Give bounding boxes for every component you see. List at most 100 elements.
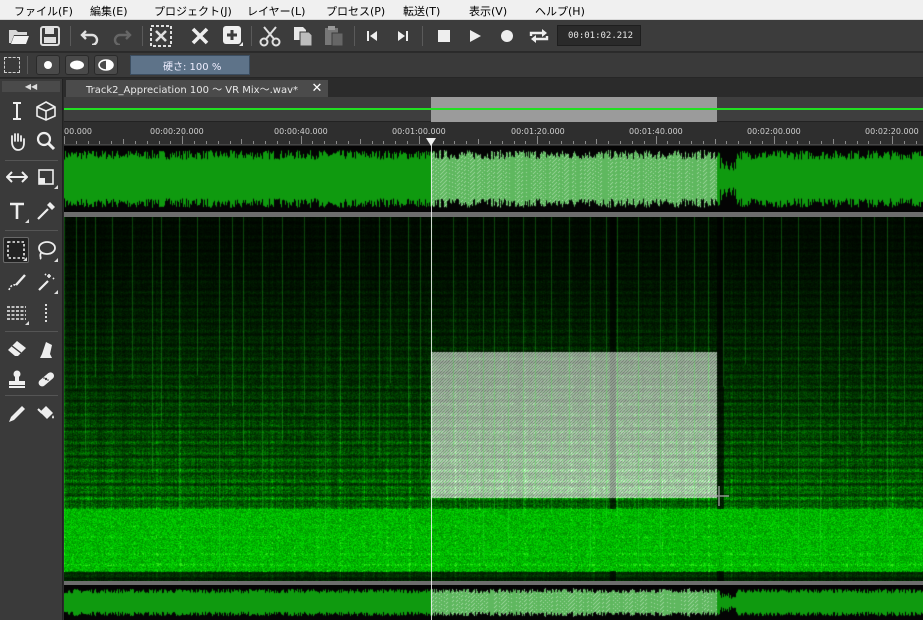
ruler-tick [123,139,125,144]
ruler-tick [229,141,231,144]
cut-button[interactable] [258,24,282,48]
selection-mode-icon[interactable] [4,57,20,73]
ruler-tick [99,141,101,144]
save-button[interactable] [38,24,62,48]
menu-layer[interactable]: レイヤー(L) [247,3,305,19]
overview-bar[interactable] [64,97,923,122]
time-stretch-tool[interactable] [4,164,30,190]
go-to-start-button[interactable] [360,24,384,48]
ruler-tick [205,141,207,144]
ruler-tick [608,141,610,144]
waveform-view-left-channel[interactable] [64,146,923,212]
brush-select-tool[interactable] [4,269,30,295]
lasso-tool[interactable] [33,237,59,263]
waveform-view-right-channel[interactable] [64,585,923,620]
ruler-label: 00:01:00.000 [392,127,446,136]
ruler-label: 00:01:20.000 [511,127,565,136]
loop-button[interactable] [527,24,551,48]
stamp-icon [9,370,25,388]
zoom-tool[interactable] [33,128,59,154]
add-layer-button[interactable] [221,24,245,48]
ruler-tick [679,141,681,144]
attenuate-brush-tool[interactable] [33,336,59,362]
pen-tool[interactable] [4,401,30,427]
paste-button[interactable] [322,24,346,48]
ruler-tick [489,141,491,144]
undo-button[interactable] [78,24,102,48]
play-button[interactable] [463,24,487,48]
tab-bar: Track2_Appreciation 100 〜 VR Mix〜.wav* ✕ [64,79,923,97]
spectrogram-view[interactable] [64,217,923,581]
ellipse-icon [70,60,84,70]
ruler-tick [797,141,799,144]
ruler-tick [773,136,775,144]
ruler-tick [525,141,527,144]
menu-edit[interactable]: 編集(E) [90,3,128,19]
magic-wand-tool[interactable] [33,269,59,295]
frame-tool[interactable] [33,164,59,190]
ruler-label: 00:00:20.000 [150,127,204,136]
menu-view[interactable]: 表示(V) [469,3,507,19]
menu-process[interactable]: プロセス(P) [326,3,385,19]
eraser-tool[interactable] [4,336,30,362]
brush-shape-round-button[interactable] [36,55,60,75]
select-all-button[interactable] [149,24,173,48]
ruler-tick [253,141,255,144]
pick-color-tool[interactable] [33,401,59,427]
ruler-tick [832,139,834,144]
text-t-icon [10,202,24,219]
harmonic-select-tool[interactable] [4,300,30,326]
hand-icon [11,133,25,151]
brush-shape-half-button[interactable] [94,55,118,75]
ruler-tick [75,141,77,144]
brush-shape-ellipse-button[interactable] [65,55,89,75]
ruler-tick [312,141,314,144]
collapse-palette-button[interactable]: ◀◀ [2,81,60,92]
menu-transfer[interactable]: 転送(T) [403,3,440,19]
ruler-tick [383,141,385,144]
hardness-slider[interactable]: 硬さ: 100 % [130,55,250,75]
time-range-tool[interactable] [33,300,59,326]
close-icon[interactable]: ✕ [308,80,326,97]
ruler-tick [643,141,645,144]
copy-button[interactable] [291,24,315,48]
bandage-icon [38,372,55,387]
time-ruler[interactable]: 00.000 00:00:20.000 00:00:40.000 00:01:0… [64,122,923,145]
undo-icon [80,30,99,45]
ruler-tick [631,141,633,144]
ruler-tick [880,141,882,144]
ruler-tick [265,141,267,144]
ruler-tick [418,136,420,144]
go-to-end-button[interactable] [391,24,415,48]
hand-tool[interactable] [4,128,30,154]
paint-bucket-icon [37,406,54,419]
repair-tool[interactable] [33,366,59,392]
menu-bar: ファイル(F) 編集(E) プロジェクト(J) レイヤー(L) プロセス(P) … [0,0,923,20]
text-tool[interactable] [4,198,30,224]
stop-button[interactable] [432,24,456,48]
3d-view-tool[interactable] [33,98,59,124]
eyedropper-tool[interactable] [33,198,59,224]
redo-button[interactable] [110,24,134,48]
ruler-tick [549,141,551,144]
time-select-tool[interactable] [4,98,30,124]
time-display[interactable]: 00:01:02.212 [557,25,641,46]
clone-stamp-tool[interactable] [4,366,30,392]
menu-file[interactable]: ファイル(F) [14,3,73,19]
record-button[interactable] [495,24,519,48]
delete-button[interactable] [188,24,212,48]
ruler-tick [64,136,65,144]
rectangle-select-tool[interactable] [3,237,29,263]
copy-icon [294,27,313,47]
ruler-tick [714,139,716,144]
open-button[interactable] [7,24,31,48]
menu-project[interactable]: プロジェクト(J) [154,3,232,19]
cube-icon [36,101,56,121]
crosshair-cursor-icon [709,486,729,506]
menu-help[interactable]: ヘルプ(H) [535,3,585,19]
ruler-tick [194,141,196,144]
file-tab[interactable]: Track2_Appreciation 100 〜 VR Mix〜.wav* ✕ [66,80,328,97]
overview-waveform-line [64,108,923,110]
ruler-tick [596,139,598,144]
brush-toolbar: 硬さ: 100 % [0,53,923,78]
